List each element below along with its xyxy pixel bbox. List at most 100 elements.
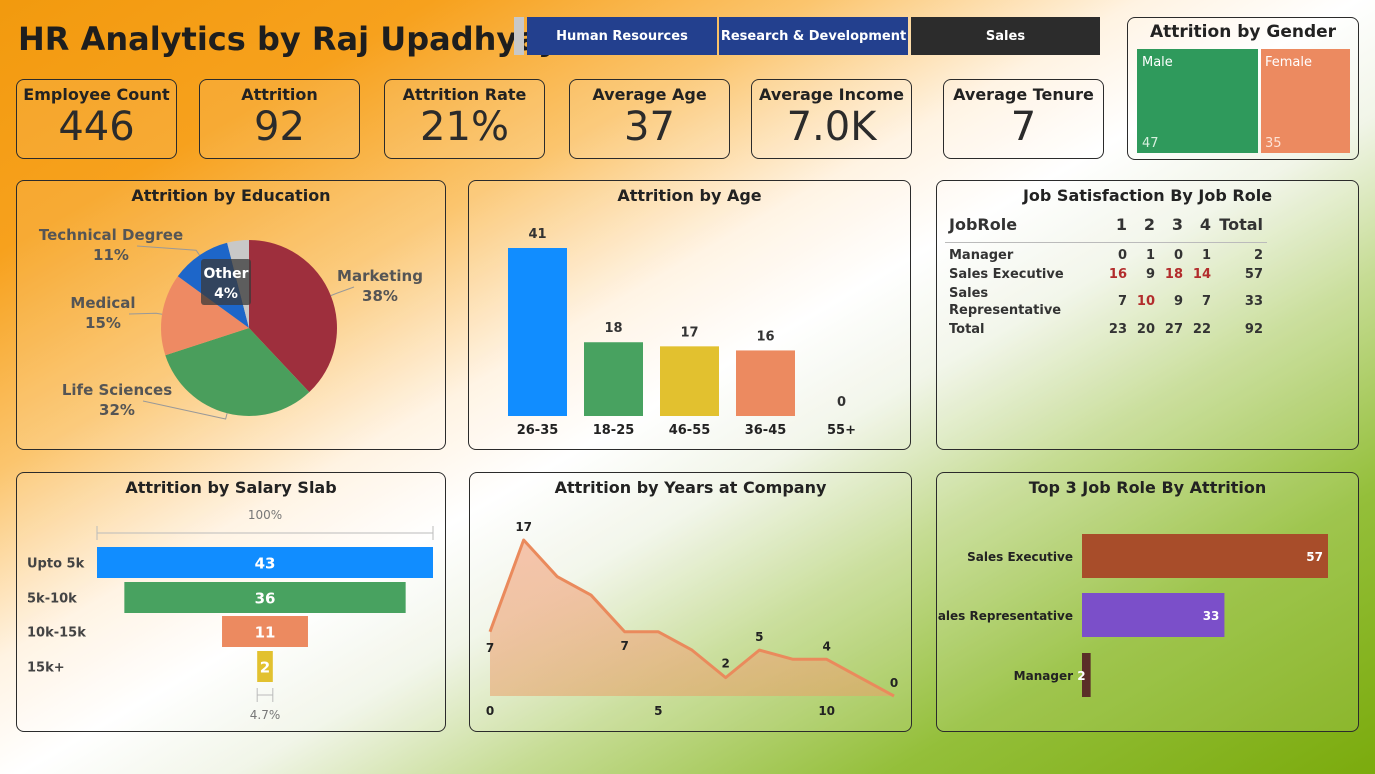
- table-cell: 10: [1136, 294, 1155, 309]
- role-data-label: 57: [1306, 550, 1323, 564]
- age-data-label: 18: [604, 321, 622, 336]
- years-data-label: 5: [755, 630, 763, 644]
- table-cell: Sales Executive: [949, 266, 1064, 282]
- salary-category-label: 5k-10k: [27, 592, 77, 607]
- kpi-average-income: Average Income 7.0K: [751, 79, 912, 159]
- kpi-value: 92: [254, 104, 305, 150]
- age-bar[interactable]: [736, 350, 795, 416]
- table-cell: 18: [1164, 266, 1183, 282]
- age-bar[interactable]: [660, 346, 719, 416]
- dept-button-sales[interactable]: Sales: [911, 17, 1100, 55]
- age-tick-label: 46-55: [669, 423, 711, 438]
- funnel-top-pct: 100%: [248, 508, 282, 522]
- table-cell: 92: [1244, 321, 1263, 337]
- age-card: Attrition by Age 41 26-35 18 18-25 17 46-55 16…: [468, 180, 911, 450]
- years-area-chart: 7 17 7 2 5 4 0 0 5 10: [486, 520, 898, 718]
- age-bar[interactable]: [508, 248, 567, 416]
- table-cell: 27: [1164, 321, 1183, 337]
- table-cell: 7: [1117, 294, 1127, 309]
- salary-data-label: 43: [255, 555, 276, 573]
- education-card: Attrition by Education Marketing 38% Life …: [16, 180, 446, 450]
- col-header: Total: [1215, 211, 1267, 243]
- pie-leader-line: [330, 286, 355, 297]
- kpi-attrition-rate: Attrition Rate 21%: [384, 79, 545, 159]
- table-row[interactable]: Sales Executive 16 9 18 14 57: [945, 265, 1267, 284]
- table-cell: 7: [1201, 294, 1211, 309]
- pie-category-label: Medical: [70, 294, 135, 312]
- kpi-average-tenure: Average Tenure 7: [943, 79, 1104, 159]
- age-tick-label: 55+: [827, 423, 856, 438]
- gender-male-value: 47: [1142, 136, 1159, 151]
- table-cell: 9: [1173, 294, 1183, 309]
- slicer-handle[interactable]: [514, 17, 524, 55]
- age-tick-label: 36-45: [745, 423, 787, 438]
- kpi-value: 7.0K: [786, 104, 877, 150]
- age-data-label: 17: [680, 325, 698, 340]
- salary-data-label: 11: [255, 624, 276, 642]
- col-header: 2: [1131, 211, 1159, 243]
- table-cell: 57: [1244, 266, 1263, 282]
- years-data-label: 7: [486, 641, 494, 655]
- dept-label: Research & Development: [720, 28, 907, 44]
- age-bar-chart: 41 26-35 18 18-25 17 46-55 16 36-45 0 55+: [508, 227, 856, 438]
- gender-male-tile[interactable]: Male 47: [1137, 49, 1258, 153]
- table-cell: 1: [1145, 247, 1155, 263]
- pie-category-label: Other: [204, 266, 249, 282]
- education-pie-chart: Marketing 38% Life Sciences 32% Medical 15% Te…: [39, 226, 423, 420]
- kpi-label: Average Income: [759, 85, 904, 104]
- table-row[interactable]: Manager 0 1 0 1 2: [945, 243, 1267, 265]
- toproles-bar-chart: 57 Sales Executive 33 Sales Representative 2…: [937, 534, 1328, 697]
- salary-data-label: 36: [255, 590, 276, 608]
- table-cell: 14: [1192, 266, 1211, 282]
- dept-label: Human Resources: [556, 28, 688, 44]
- gender-title: Attrition by Gender: [1149, 22, 1337, 42]
- col-header: 3: [1159, 211, 1187, 243]
- salary-category-label: 10k-15k: [27, 626, 86, 641]
- funnel-bottom-pct: 4.7%: [250, 708, 281, 722]
- kpi-value: 21%: [420, 104, 509, 150]
- pie-percent-label: 15%: [85, 314, 121, 332]
- table-cell: Total: [949, 321, 985, 337]
- salary-data-label: 2: [260, 659, 270, 677]
- pie-percent-label: 38%: [362, 287, 398, 305]
- years-data-label: 2: [721, 657, 729, 671]
- table-cell: 0: [1173, 247, 1183, 263]
- table-cell: 33: [1244, 294, 1263, 309]
- gender-female-tile[interactable]: Female 35: [1261, 49, 1350, 153]
- table-total-row[interactable]: Total 23 20 27 22 92: [945, 320, 1267, 339]
- pie-category-label: Life Sciences: [62, 381, 172, 399]
- table-cell: 1: [1201, 247, 1211, 263]
- role-data-label: 2: [1077, 669, 1085, 683]
- pie-percent-label: 32%: [99, 401, 135, 419]
- pie-percent-label: 11%: [93, 246, 129, 264]
- table-cell: 0: [1117, 247, 1127, 263]
- role-data-label: 33: [1203, 609, 1220, 623]
- years-data-label: 17: [515, 520, 532, 534]
- table-cell: 20: [1136, 321, 1155, 337]
- years-card: Attrition by Years at Company 7 17 7 2 5 4 0 0 5…: [469, 472, 912, 732]
- kpi-label: Attrition Rate: [402, 85, 527, 104]
- kpi-label: Employee Count: [23, 85, 170, 104]
- years-tick-label: 0: [486, 704, 494, 718]
- table-cell: Sales Representative: [949, 285, 1062, 318]
- kpi-employee-count: Employee Count 446: [16, 79, 177, 159]
- role-category-label: Sales Executive: [967, 550, 1073, 564]
- age-bar[interactable]: [584, 342, 643, 416]
- kpi-label: Attrition: [241, 85, 318, 104]
- years-data-label: 7: [620, 639, 628, 653]
- table-cell: Manager: [949, 247, 1014, 263]
- jobsat-table: JobRole 1 2 3 4 Total Manager 0 1 0 1 2 …: [945, 211, 1267, 339]
- role-bar[interactable]: [1082, 534, 1328, 578]
- table-row[interactable]: Sales Representative 7 10 9 7 33: [945, 284, 1267, 320]
- salary-category-label: 15k+: [27, 661, 65, 676]
- dept-button-hr[interactable]: Human Resources: [527, 17, 717, 55]
- col-header: 4: [1187, 211, 1215, 243]
- kpi-label: Average Tenure: [953, 85, 1094, 104]
- kpi-label: Average Age: [592, 85, 707, 104]
- col-header: JobRole: [945, 211, 1103, 243]
- years-area-fill: [490, 540, 894, 696]
- table-cell: 9: [1145, 266, 1155, 282]
- pie-category-label: Marketing: [337, 267, 423, 285]
- dept-button-rd[interactable]: Research & Development: [719, 17, 908, 55]
- jobsat-title: Job Satisfaction By Job Role: [1022, 186, 1273, 205]
